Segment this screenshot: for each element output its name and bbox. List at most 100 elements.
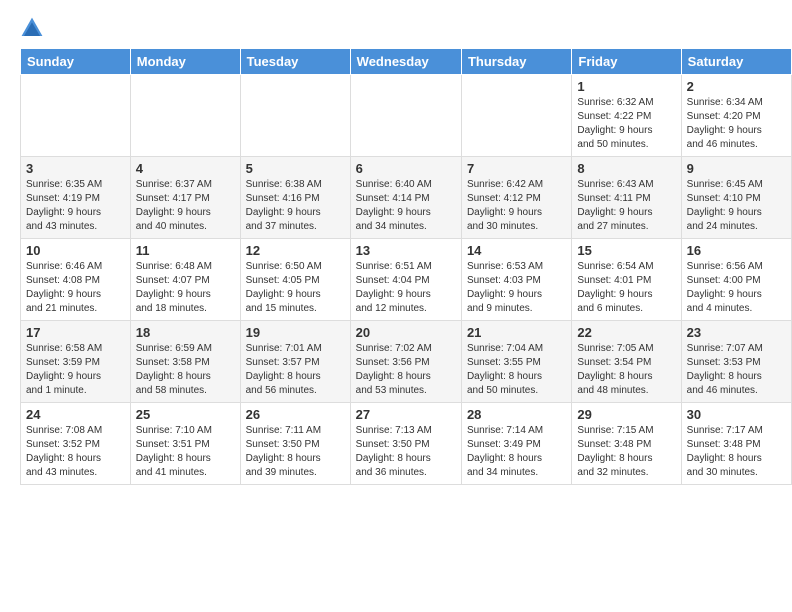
calendar-cell: 12 Sunrise: 6:50 AM Sunset: 4:05 PM Dayli…	[240, 239, 350, 321]
day-info: Sunrise: 7:01 AM Sunset: 3:57 PM Dayligh…	[246, 342, 345, 398]
calendar-cell: 25 Sunrise: 7:10 AM Sunset: 3:51 PM Dayli…	[130, 403, 240, 485]
day-info: Sunrise: 7:14 AM Sunset: 3:49 PM Dayligh…	[467, 424, 566, 480]
day-info: Sunrise: 6:53 AM Sunset: 4:03 PM Dayligh…	[467, 260, 566, 316]
calendar-cell: 6 Sunrise: 6:40 AM Sunset: 4:14 PM Daylig…	[350, 157, 461, 239]
day-number: 2	[687, 79, 786, 94]
calendar: SundayMondayTuesdayWednesdayThursdayFrid…	[20, 48, 792, 485]
calendar-cell: 2 Sunrise: 6:34 AM Sunset: 4:20 PM Daylig…	[681, 75, 791, 157]
day-number: 8	[577, 161, 675, 176]
day-number: 6	[356, 161, 456, 176]
calendar-cell	[21, 75, 131, 157]
logo-icon	[20, 16, 44, 40]
header-wednesday: Wednesday	[350, 49, 461, 75]
day-info: Sunrise: 6:46 AM Sunset: 4:08 PM Dayligh…	[26, 260, 125, 316]
calendar-cell: 19 Sunrise: 7:01 AM Sunset: 3:57 PM Dayli…	[240, 321, 350, 403]
day-info: Sunrise: 6:54 AM Sunset: 4:01 PM Dayligh…	[577, 260, 675, 316]
calendar-body: 1 Sunrise: 6:32 AM Sunset: 4:22 PM Daylig…	[21, 75, 792, 485]
day-number: 9	[687, 161, 786, 176]
header-sunday: Sunday	[21, 49, 131, 75]
header-tuesday: Tuesday	[240, 49, 350, 75]
calendar-wrapper: SundayMondayTuesdayWednesdayThursdayFrid…	[0, 48, 792, 493]
day-number: 25	[136, 407, 235, 422]
day-number: 19	[246, 325, 345, 340]
day-number: 30	[687, 407, 786, 422]
day-number: 20	[356, 325, 456, 340]
day-info: Sunrise: 6:37 AM Sunset: 4:17 PM Dayligh…	[136, 178, 235, 234]
calendar-cell	[461, 75, 571, 157]
day-info: Sunrise: 7:15 AM Sunset: 3:48 PM Dayligh…	[577, 424, 675, 480]
day-info: Sunrise: 6:38 AM Sunset: 4:16 PM Dayligh…	[246, 178, 345, 234]
calendar-cell: 10Sunrise: 6:46 AM Sunset: 4:08 PM Dayli…	[21, 239, 131, 321]
calendar-cell: 30Sunrise: 7:17 AM Sunset: 3:48 PM Dayli…	[681, 403, 791, 485]
day-number: 29	[577, 407, 675, 422]
day-number: 5	[246, 161, 345, 176]
day-number: 15	[577, 243, 675, 258]
calendar-cell: 14 Sunrise: 6:53 AM Sunset: 4:03 PM Dayli…	[461, 239, 571, 321]
day-number: 17	[26, 325, 125, 340]
day-info: Sunrise: 6:35 AM Sunset: 4:19 PM Dayligh…	[26, 178, 125, 234]
day-info: Sunrise: 7:04 AM Sunset: 3:55 PM Dayligh…	[467, 342, 566, 398]
calendar-cell: 5 Sunrise: 6:38 AM Sunset: 4:16 PM Daylig…	[240, 157, 350, 239]
day-info: Sunrise: 6:50 AM Sunset: 4:05 PM Dayligh…	[246, 260, 345, 316]
day-number: 21	[467, 325, 566, 340]
day-number: 7	[467, 161, 566, 176]
day-number: 3	[26, 161, 125, 176]
day-number: 16	[687, 243, 786, 258]
calendar-cell: 23 Sunrise: 7:07 AM Sunset: 3:53 PM Dayli…	[681, 321, 791, 403]
day-number: 28	[467, 407, 566, 422]
day-info: Sunrise: 6:58 AM Sunset: 3:59 PM Dayligh…	[26, 342, 125, 398]
day-info: Sunrise: 6:40 AM Sunset: 4:14 PM Dayligh…	[356, 178, 456, 234]
day-number: 18	[136, 325, 235, 340]
day-info: Sunrise: 6:45 AM Sunset: 4:10 PM Dayligh…	[687, 178, 786, 234]
calendar-cell: 18 Sunrise: 6:59 AM Sunset: 3:58 PM Dayli…	[130, 321, 240, 403]
day-info: Sunrise: 6:59 AM Sunset: 3:58 PM Dayligh…	[136, 342, 235, 398]
week-row-3: 10Sunrise: 6:46 AM Sunset: 4:08 PM Dayli…	[21, 239, 792, 321]
day-number: 1	[577, 79, 675, 94]
calendar-cell: 4Sunrise: 6:37 AM Sunset: 4:17 PM Daylig…	[130, 157, 240, 239]
calendar-cell: 20Sunrise: 7:02 AM Sunset: 3:56 PM Dayli…	[350, 321, 461, 403]
day-number: 14	[467, 243, 566, 258]
calendar-cell: 28 Sunrise: 7:14 AM Sunset: 3:49 PM Dayli…	[461, 403, 571, 485]
calendar-header: SundayMondayTuesdayWednesdayThursdayFrid…	[21, 49, 792, 75]
week-row-1: 1 Sunrise: 6:32 AM Sunset: 4:22 PM Daylig…	[21, 75, 792, 157]
day-info: Sunrise: 6:48 AM Sunset: 4:07 PM Dayligh…	[136, 260, 235, 316]
calendar-cell: 3 Sunrise: 6:35 AM Sunset: 4:19 PM Daylig…	[21, 157, 131, 239]
calendar-cell: 17 Sunrise: 6:58 AM Sunset: 3:59 PM Dayli…	[21, 321, 131, 403]
header-row: SundayMondayTuesdayWednesdayThursdayFrid…	[21, 49, 792, 75]
day-info: Sunrise: 7:10 AM Sunset: 3:51 PM Dayligh…	[136, 424, 235, 480]
day-number: 11	[136, 243, 235, 258]
day-info: Sunrise: 6:42 AM Sunset: 4:12 PM Dayligh…	[467, 178, 566, 234]
day-info: Sunrise: 6:56 AM Sunset: 4:00 PM Dayligh…	[687, 260, 786, 316]
calendar-cell	[240, 75, 350, 157]
calendar-cell: 11 Sunrise: 6:48 AM Sunset: 4:07 PM Dayli…	[130, 239, 240, 321]
calendar-cell: 24Sunrise: 7:08 AM Sunset: 3:52 PM Dayli…	[21, 403, 131, 485]
logo	[20, 16, 48, 40]
day-number: 23	[687, 325, 786, 340]
calendar-cell: 16 Sunrise: 6:56 AM Sunset: 4:00 PM Dayli…	[681, 239, 791, 321]
day-number: 13	[356, 243, 456, 258]
header-saturday: Saturday	[681, 49, 791, 75]
calendar-cell: 7 Sunrise: 6:42 AM Sunset: 4:12 PM Daylig…	[461, 157, 571, 239]
day-number: 12	[246, 243, 345, 258]
day-info: Sunrise: 6:32 AM Sunset: 4:22 PM Dayligh…	[577, 96, 675, 152]
day-info: Sunrise: 7:13 AM Sunset: 3:50 PM Dayligh…	[356, 424, 456, 480]
day-info: Sunrise: 7:07 AM Sunset: 3:53 PM Dayligh…	[687, 342, 786, 398]
header-friday: Friday	[572, 49, 681, 75]
calendar-cell: 21 Sunrise: 7:04 AM Sunset: 3:55 PM Dayli…	[461, 321, 571, 403]
calendar-cell: 15 Sunrise: 6:54 AM Sunset: 4:01 PM Dayli…	[572, 239, 681, 321]
day-info: Sunrise: 7:08 AM Sunset: 3:52 PM Dayligh…	[26, 424, 125, 480]
header-thursday: Thursday	[461, 49, 571, 75]
day-number: 26	[246, 407, 345, 422]
calendar-cell: 13 Sunrise: 6:51 AM Sunset: 4:04 PM Dayli…	[350, 239, 461, 321]
calendar-cell	[350, 75, 461, 157]
calendar-cell: 29 Sunrise: 7:15 AM Sunset: 3:48 PM Dayli…	[572, 403, 681, 485]
day-info: Sunrise: 7:05 AM Sunset: 3:54 PM Dayligh…	[577, 342, 675, 398]
calendar-cell: 22Sunrise: 7:05 AM Sunset: 3:54 PM Dayli…	[572, 321, 681, 403]
calendar-cell: 1 Sunrise: 6:32 AM Sunset: 4:22 PM Daylig…	[572, 75, 681, 157]
week-row-2: 3 Sunrise: 6:35 AM Sunset: 4:19 PM Daylig…	[21, 157, 792, 239]
day-info: Sunrise: 6:51 AM Sunset: 4:04 PM Dayligh…	[356, 260, 456, 316]
week-row-5: 24Sunrise: 7:08 AM Sunset: 3:52 PM Dayli…	[21, 403, 792, 485]
day-info: Sunrise: 6:34 AM Sunset: 4:20 PM Dayligh…	[687, 96, 786, 152]
calendar-cell: 8Sunrise: 6:43 AM Sunset: 4:11 PM Daylig…	[572, 157, 681, 239]
day-info: Sunrise: 7:11 AM Sunset: 3:50 PM Dayligh…	[246, 424, 345, 480]
